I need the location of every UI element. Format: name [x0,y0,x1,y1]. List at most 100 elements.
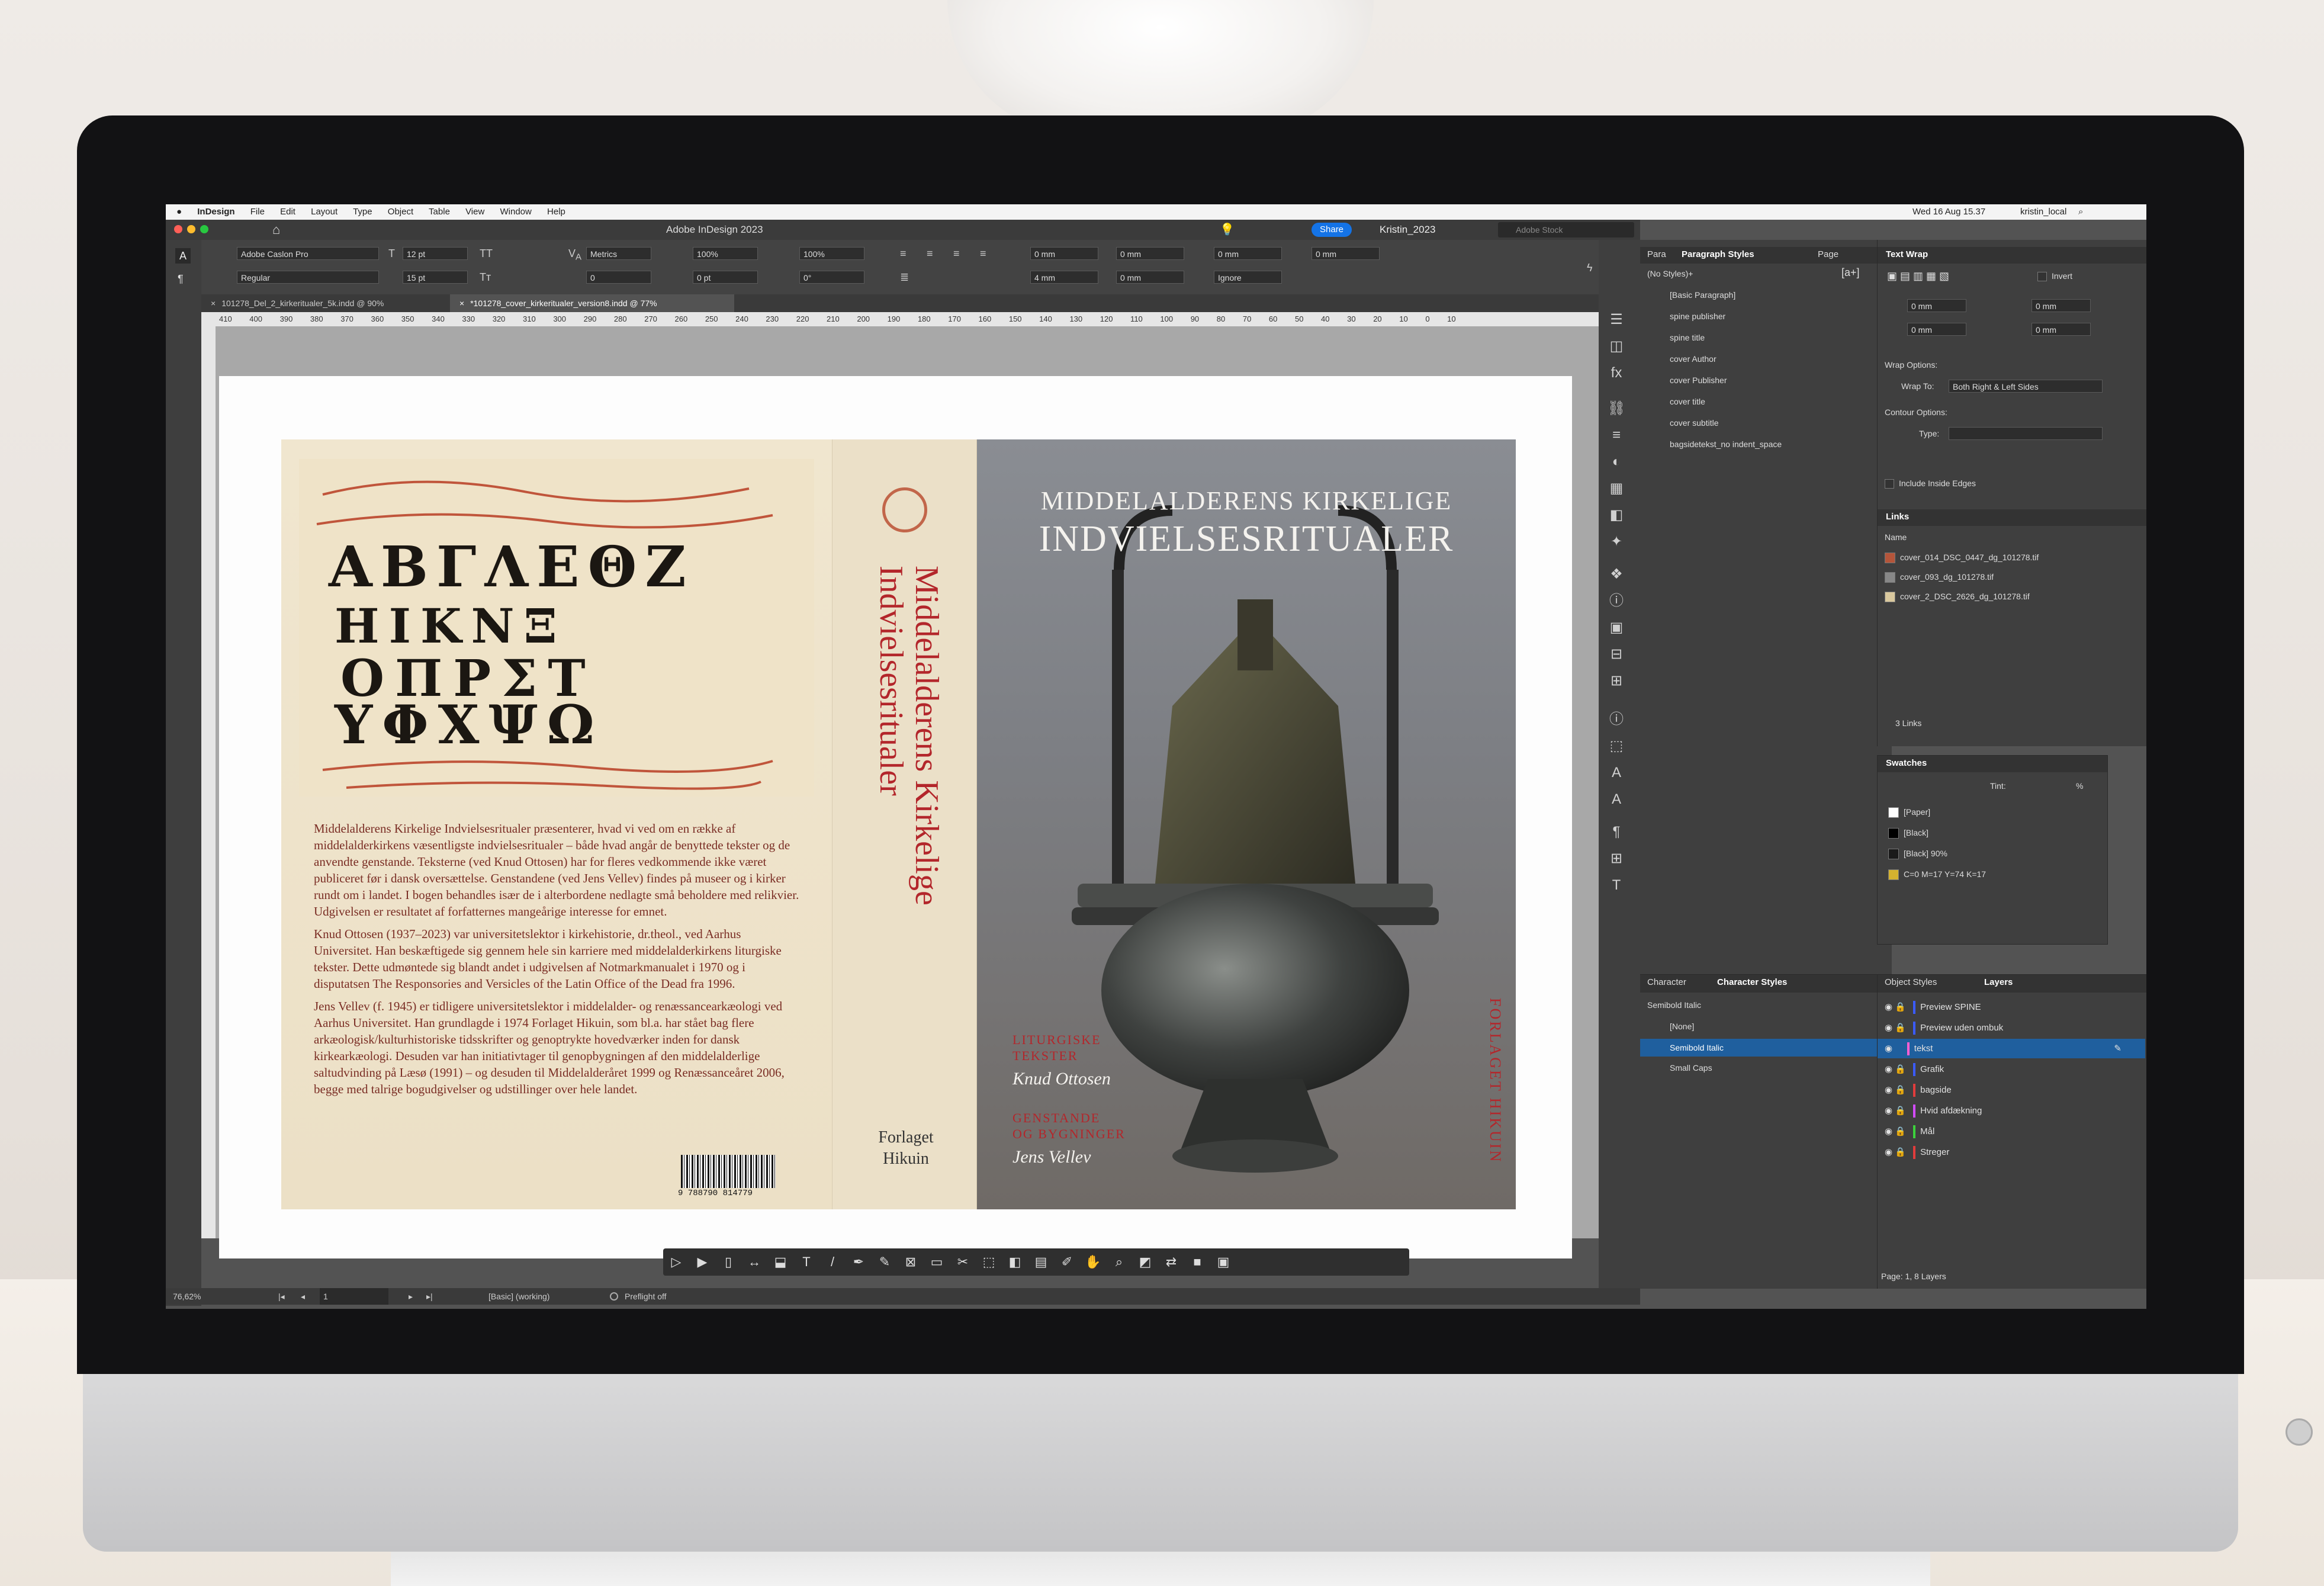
note-tool-icon[interactable]: ▤ [1028,1248,1054,1276]
include-inside-edges-checkbox[interactable]: Include Inside Edges [1885,477,1976,490]
tab-paragraph-styles[interactable]: Paragraph Styles [1682,247,1754,262]
eye-icon[interactable]: ◉ [1885,1106,1892,1116]
color-mode-icon[interactable]: ■ [1184,1248,1210,1276]
zoom-tool-icon[interactable]: ⌕ [1106,1248,1132,1276]
layer-row[interactable]: ◉ 🔒 Mål [1878,1122,2145,1141]
link-item[interactable]: cover_093_dg_101278.tif [1885,570,1994,583]
pencil-tool-icon[interactable]: ✎ [872,1248,898,1276]
eye-icon[interactable]: ◉ [1885,1126,1892,1136]
vertical-ruler[interactable] [201,326,216,1238]
close-tab-icon[interactable]: × [211,298,216,308]
lightbulb-icon[interactable]: 💡 [1220,222,1235,237]
new-style-icon[interactable]: [a+] [1841,266,1860,279]
pen-tool-icon[interactable]: ✒ [846,1248,872,1276]
invert-checkbox[interactable]: Invert [2037,269,2072,282]
contour-type-select[interactable] [1949,427,2103,440]
home-icon[interactable]: ⌂ [272,222,280,237]
font-style-field[interactable]: Regular [237,271,379,284]
lock-icon[interactable]: 🔒 [1895,1126,1906,1136]
character-panel-icon[interactable]: T [1605,874,1628,897]
stroke-panel-icon[interactable]: ≡ [1605,423,1628,447]
lock-icon[interactable]: 🔒 [1895,1002,1906,1012]
text-wrap-panel-icon[interactable]: ▣ [1605,616,1628,640]
zoom-window-icon[interactable] [200,225,208,233]
page-tool-icon[interactable]: ▯ [715,1248,741,1276]
tab-document-2[interactable]: × *101278_cover_kirkeritualer_version8.in… [450,294,734,312]
menu-layout[interactable]: Layout [311,207,337,217]
screen-mode-icon[interactable]: ▣ [1210,1248,1236,1276]
kerning-field[interactable]: Metrics [586,247,651,260]
paragraph-style-item[interactable]: spine publisher [1670,310,1725,323]
menu-window[interactable]: Window [500,207,532,217]
close-tab-icon[interactable]: × [459,298,464,308]
close-window-icon[interactable] [174,225,182,233]
align-right-icon[interactable]: ≡ [953,247,960,260]
direct-select-icon[interactable]: ▷ [663,1248,689,1276]
menu-type[interactable]: Type [353,207,372,217]
paragraph-style-item[interactable]: bagsidetekst_no indent_space [1670,438,1782,451]
working-style[interactable]: [Basic] (working) [488,1288,549,1305]
eye-icon[interactable]: ◉ [1885,1002,1892,1012]
left-indent-field[interactable]: 0 mm [1030,247,1098,260]
zoom-level[interactable]: 76,62% [173,1288,201,1305]
wrap-right-offset[interactable]: 0 mm [2032,323,2091,336]
back-cover-text[interactable]: Middelalderens Kirkelige Indvielsesritua… [314,820,799,1097]
horizontal-scale-field[interactable]: 100% [799,247,864,260]
paragraph-style-item[interactable]: cover subtitle [1670,416,1718,429]
workspace-switcher[interactable]: Kristin_2023 [1380,224,1436,236]
color-panel-icon[interactable]: ◐ [1605,450,1628,474]
spotlight-icon[interactable]: ⌕ [2078,204,2083,220]
swatches-panel-icon[interactable]: ▦ [1605,477,1628,500]
swap-icon[interactable]: ⇄ [1158,1248,1184,1276]
layer-row[interactable]: ◉ 🔒 Preview uden ombuk [1878,1018,2145,1038]
tracking-field[interactable]: 0 [586,271,651,284]
fill-stroke-icon[interactable]: ◩ [1132,1248,1158,1276]
first-line-indent-field[interactable]: 4 mm [1030,271,1098,284]
lock-icon[interactable] [1895,1044,1899,1054]
prev-page-icon[interactable]: ◂ [301,1288,305,1305]
tab-layers[interactable]: Layers [1984,975,2013,990]
paragraph-style-item[interactable]: cover Publisher [1670,374,1727,387]
paragraph-style-item[interactable]: [Basic Paragraph] [1670,288,1735,301]
fx-panel-icon[interactable]: fx [1605,361,1628,385]
menu-file[interactable]: File [250,207,265,217]
link-item[interactable]: cover_014_DSC_0447_dg_101278.tif [1885,551,2039,564]
small-caps-icon[interactable]: Tт [480,271,491,284]
transform-panel-icon[interactable]: ⬚ [1605,734,1628,758]
transform-tool-icon[interactable]: ⬚ [976,1248,1002,1276]
character-style-item[interactable]: Small Caps [1670,1061,1712,1074]
type-tool-icon[interactable]: T [793,1248,819,1276]
menu-table[interactable]: Table [429,207,450,217]
space-after-field[interactable]: 0 mm [1312,247,1380,260]
eye-icon[interactable]: ◉ [1885,1085,1892,1095]
menu-object[interactable]: Object [388,207,413,217]
swatch-row[interactable]: [Paper] [1888,805,1930,818]
layer-row[interactable]: ◉ 🔒 Streger [1878,1142,2145,1162]
leading-field[interactable]: 15 pt [403,271,468,284]
grid-align-select[interactable]: Ignore [1214,271,1282,284]
character-style-item[interactable]: [None] [1670,1020,1694,1033]
eyedropper-tool-icon[interactable]: ✐ [1054,1248,1080,1276]
tab-page[interactable]: Page [1818,247,1838,262]
space-before-field[interactable]: 0 mm [1214,247,1282,260]
selection-tool-icon[interactable]: A [175,248,191,264]
gap-tool-icon[interactable]: ↔ [741,1248,767,1276]
lightning-icon[interactable]: ϟ [1587,261,1593,274]
align-center-icon[interactable]: ≡ [927,247,933,260]
swatch-row[interactable]: [Black] 90% [1888,847,1947,860]
character-style-item[interactable]: Semibold Italic [1670,1041,1724,1054]
right-indent-field[interactable]: 0 mm [1116,247,1184,260]
vertical-scale-field[interactable]: 100% [693,247,758,260]
wrap-mode-icons[interactable]: ▣ ▤ ▥ ▦ ▧ [1887,269,1949,282]
swatch-row[interactable]: C=0 M=17 Y=74 K=17 [1888,868,1986,881]
links-panel-icon[interactable]: ⛓ [1605,397,1628,420]
paragraph-styles-icon[interactable]: ¶ [1605,820,1628,844]
font-size-field[interactable]: 12 pt [403,247,468,260]
justify-icon[interactable]: ≡ [980,247,986,260]
glyphs-panel-icon[interactable]: A [1605,761,1628,785]
rectangle-tool-icon[interactable]: ▭ [924,1248,950,1276]
layer-row[interactable]: ◉ 🔒 Preview SPINE [1878,997,2145,1017]
lock-icon[interactable]: 🔒 [1895,1147,1906,1157]
tab-document-1[interactable]: × 101278_Del_2_kirkeritualer_5k.indd @ 90… [201,294,450,312]
pathfinder-panel-icon[interactable]: ⊞ [1605,669,1628,693]
